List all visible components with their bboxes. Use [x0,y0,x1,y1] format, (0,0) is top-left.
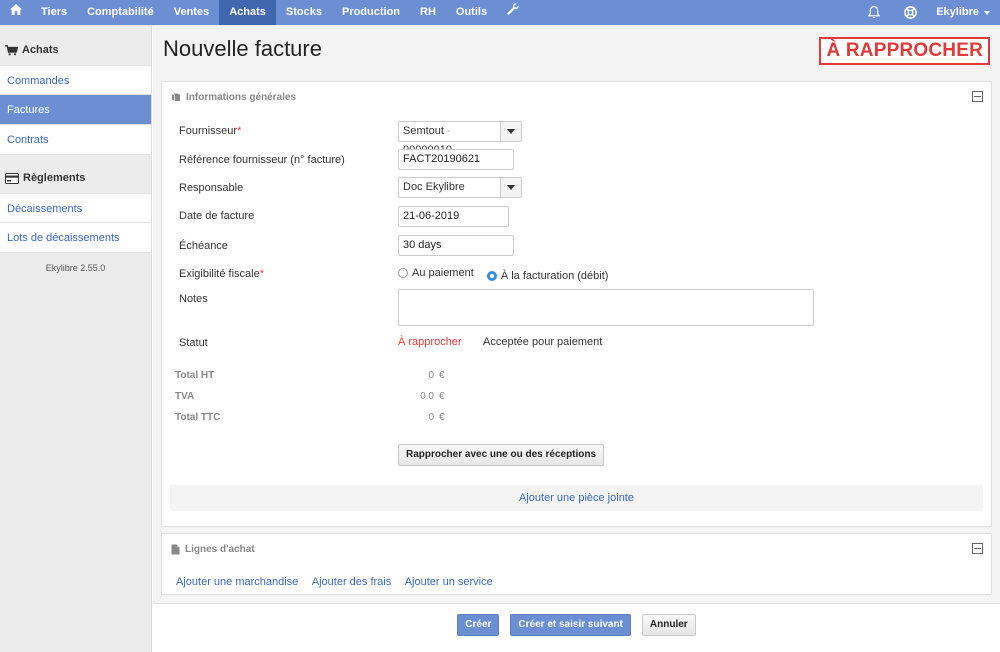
tax-exigibility-label: Exigibilité fiscale* [179,268,264,280]
sidebar-item-factures[interactable]: Factures [0,95,151,125]
chevron-down-icon[interactable] [500,178,521,197]
sidebar-section-reglements: Règlements [0,166,151,190]
due-label: Échéance [179,240,228,252]
nav-ventes[interactable]: Ventes [164,0,219,25]
nav-stocks[interactable]: Stocks [276,0,332,25]
chevron-down-icon [984,10,990,15]
main-content: Nouvelle facture À RAPPROCHER Informatio… [153,25,1000,652]
document-icon [171,544,180,554]
sidebar-item-commandes[interactable]: Commandes [0,65,151,95]
add-attachment-link[interactable]: Ajouter une pièce jointe [170,485,983,511]
home-icon[interactable] [0,0,31,25]
create-button[interactable]: Créer [457,614,500,636]
tva-value: 0.0 [420,391,434,402]
user-menu[interactable]: Ekylibre [928,0,1000,25]
sidebar-item-contrats[interactable]: Contrats [0,125,151,155]
nav-comptabilite[interactable]: Comptabilité [77,0,164,25]
total-ttc-label: Total TTC [175,412,221,423]
sidebar-section-achats: Achats [0,38,151,62]
notes-label: Notes [179,293,208,305]
reference-input[interactable]: FACT20190621 [398,149,514,170]
chevron-down-icon[interactable] [500,122,521,141]
sidebar-section-title: Règlements [23,172,86,184]
nav-production[interactable]: Production [332,0,410,25]
cart-icon [5,44,18,55]
sidebar-item-lots-decaissements[interactable]: Lots de décaissements [0,223,151,253]
add-fees-link[interactable]: Ajouter des frais [312,576,391,588]
status-label: Statut [179,337,208,349]
panel-title: Lignes d'achat [185,543,255,555]
invoice-date-input[interactable]: 21-06-2019 [398,206,509,227]
panel-title: Informations générales [186,91,297,103]
app-version: Ekylibre 2.55.0 [45,263,106,273]
wrench-icon[interactable] [497,0,529,25]
top-navbar: Tiers Comptabilité Ventes Achats Stocks … [0,0,1000,25]
general-info-panel: Informations générales Fournisseur* Semt… [161,81,992,527]
general-info-header: Informations générales [162,82,991,112]
purchase-lines-header: Lignes d'achat [162,534,991,564]
responsible-label: Responsable [179,182,244,194]
total-ht-value: 0 [428,370,434,381]
sidebar-item-decaissements[interactable]: Décaissements [0,193,151,223]
radio-label: Au paiement [412,267,474,279]
invoice-date-label: Date de facture [179,210,255,222]
help-lifebuoy-icon[interactable] [892,0,928,25]
supplier-label: Fournisseur* [179,125,242,137]
card-icon [5,172,19,184]
create-and-next-button[interactable]: Créer et saisir suivant [510,614,631,636]
notes-textarea[interactable] [398,289,814,326]
radio-label: À la facturation (débit) [500,270,609,282]
user-name: Ekylibre [936,6,979,18]
total-ht-label: Total HT [175,370,215,381]
status-current: À rapprocher [398,336,462,348]
tva-label: TVA [175,391,195,402]
page-title: Nouvelle facture [163,36,322,61]
status-next[interactable]: Acceptée pour paiement [483,336,602,348]
tva-currency: € [439,391,445,402]
sidebar-section-title: Achats [22,44,59,56]
total-ttc-value: 0 [428,412,434,423]
responsible-select[interactable]: Doc Ekylibre [398,177,522,198]
total-ht-currency: € [439,370,445,381]
bell-icon[interactable] [856,0,892,25]
tax-exigibility-radios: Au paiement À la facturation (débit) [398,267,618,282]
sidebar: Achats Commandes Factures Contrats Règle… [0,25,152,652]
nav-outils[interactable]: Outils [446,0,497,25]
supplier-name: Semtout [403,125,444,137]
total-ttc-currency: € [439,412,445,423]
status-stamp: À RAPPROCHER [819,37,990,65]
reconcile-button[interactable]: Rapprocher avec une ou des réceptions [398,444,605,466]
add-service-link[interactable]: Ajouter un service [405,576,493,588]
add-lines-links: Ajouter une marchandise Ajouter des frai… [176,576,493,588]
nav-tiers[interactable]: Tiers [31,0,77,25]
supplier-separator: - [443,125,451,137]
add-merchandise-link[interactable]: Ajouter une marchandise [176,576,298,588]
due-input[interactable]: 30 days [398,235,514,256]
nav-achats[interactable]: Achats [219,0,276,25]
reference-label: Référence fournisseur (n° facture) [179,154,345,166]
nav-rh[interactable]: RH [410,0,446,25]
supplier-select[interactable]: Semtout - 00000010 [398,121,522,156]
cancel-button[interactable]: Annuler [641,614,696,636]
purchase-lines-panel: Lignes d'achat Ajouter une marchandise A… [161,533,992,595]
status-states: À rapprocher Acceptée pour paiement [398,336,602,348]
collapse-icon[interactable] [972,91,983,102]
responsible-value: Doc Ekylibre [403,181,465,193]
form-actions: Créer Créer et saisir suivant Annuler [153,603,1000,652]
book-icon [171,93,180,101]
tax-option-payment-radio[interactable]: Au paiement [398,267,474,279]
collapse-icon[interactable] [972,543,983,554]
tax-option-invoicing-radio[interactable]: À la facturation (débit) [486,270,609,282]
